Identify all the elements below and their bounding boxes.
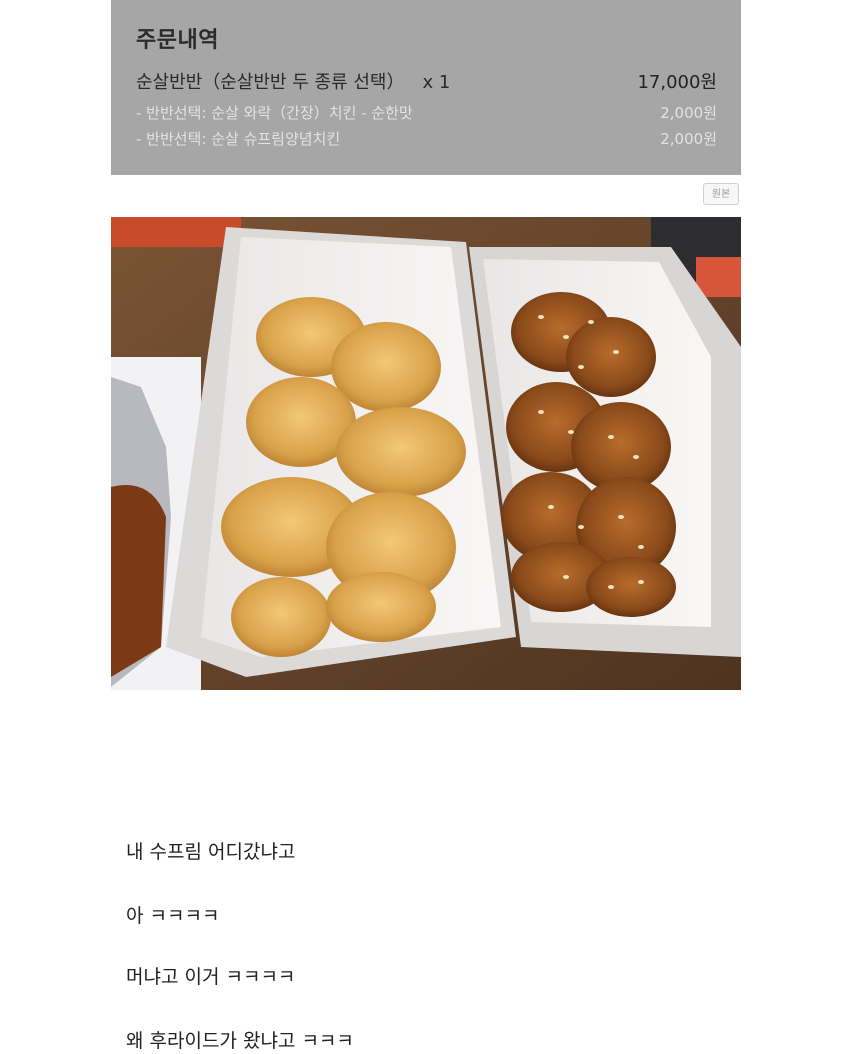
order-option-label: - 반반선택: 순살 슈프림양념치킨	[136, 130, 341, 148]
comment-line: 머냐고 이거 ㅋㅋㅋㅋ	[126, 966, 296, 988]
order-option-label: - 반반선택: 순살 와락（간장）치킨 - 순한맛	[136, 104, 413, 122]
order-title: 주문내역	[136, 28, 219, 53]
comment-line: 왜 후라이드가 왔냐고 ㅋㅋㅋ	[126, 1030, 354, 1052]
photo-illustration	[111, 217, 741, 690]
fried-chicken-photo[interactable]	[111, 217, 741, 690]
order-item-name: 순살반반（순살반반 두 종류 선택）	[136, 72, 405, 93]
post-page: 주문내역 순살반반（순살반반 두 종류 선택） x 1 17,000원 - 반반선…	[0, 0, 850, 1054]
order-item-row: 순살반반（순살반반 두 종류 선택） x 1 17,000원	[136, 68, 717, 94]
comment-line: 아 ㅋㅋㅋㅋ	[126, 905, 220, 927]
order-item-price: 17,000원	[637, 72, 717, 93]
comment-line: 내 수프림 어디갔냐고	[126, 841, 296, 863]
order-item-qty: x 1	[422, 72, 451, 93]
order-option-price: 2,000원	[660, 130, 717, 148]
order-option-row: - 반반선택: 순살 슈프림양념치킨 2,000원	[136, 128, 717, 149]
view-original-button[interactable]: 원본	[703, 183, 739, 205]
order-summary-box: 주문내역 순살반반（순살반반 두 종류 선택） x 1 17,000원 - 반반선…	[111, 0, 741, 175]
order-option-row: - 반반선택: 순살 와락（간장）치킨 - 순한맛 2,000원	[136, 102, 717, 123]
order-option-price: 2,000원	[660, 104, 717, 122]
sauced-chicken-pieces	[501, 292, 676, 617]
